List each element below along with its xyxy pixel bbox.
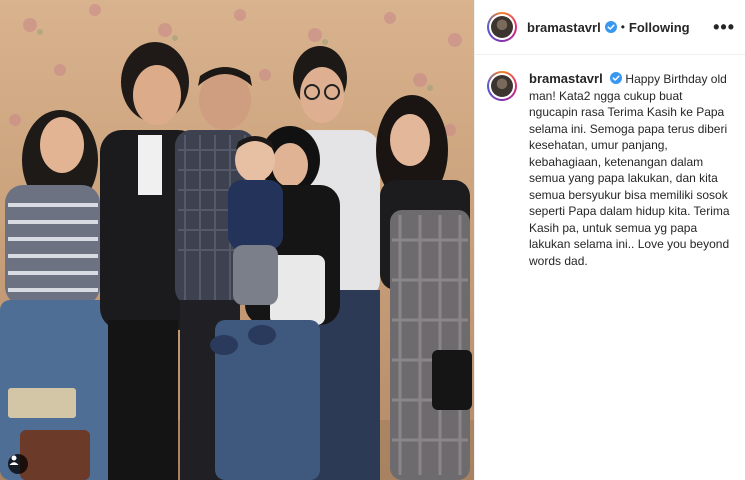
post-header: bramastavrl • Following ••• xyxy=(475,0,745,55)
verified-badge-icon xyxy=(610,72,623,84)
caption-body: bramastavrl Happy Birthday old man! Kata… xyxy=(529,71,733,269)
user-tag-icon[interactable] xyxy=(8,454,28,474)
post-side-panel: bramastavrl • Following ••• bramastavrl … xyxy=(474,0,745,480)
person-icon xyxy=(9,455,19,465)
header-separator: • xyxy=(620,20,625,34)
caption-text: Happy Birthday old man! Kata2 ngga cukup… xyxy=(529,72,730,268)
author-avatar[interactable] xyxy=(487,12,517,42)
author-username[interactable]: bramastavrl xyxy=(527,20,601,35)
caption-username[interactable]: bramastavrl xyxy=(529,71,603,86)
instagram-post: bramastavrl • Following ••• bramastavrl … xyxy=(0,0,745,480)
verified-badge-icon xyxy=(604,21,617,33)
caption-author-avatar[interactable] xyxy=(487,71,517,101)
following-button[interactable]: Following xyxy=(629,20,690,35)
post-photo[interactable] xyxy=(0,0,474,480)
more-options-icon[interactable]: ••• xyxy=(713,18,735,36)
family-photo-illustration xyxy=(0,4,474,480)
post-caption: bramastavrl Happy Birthday old man! Kata… xyxy=(475,55,745,269)
